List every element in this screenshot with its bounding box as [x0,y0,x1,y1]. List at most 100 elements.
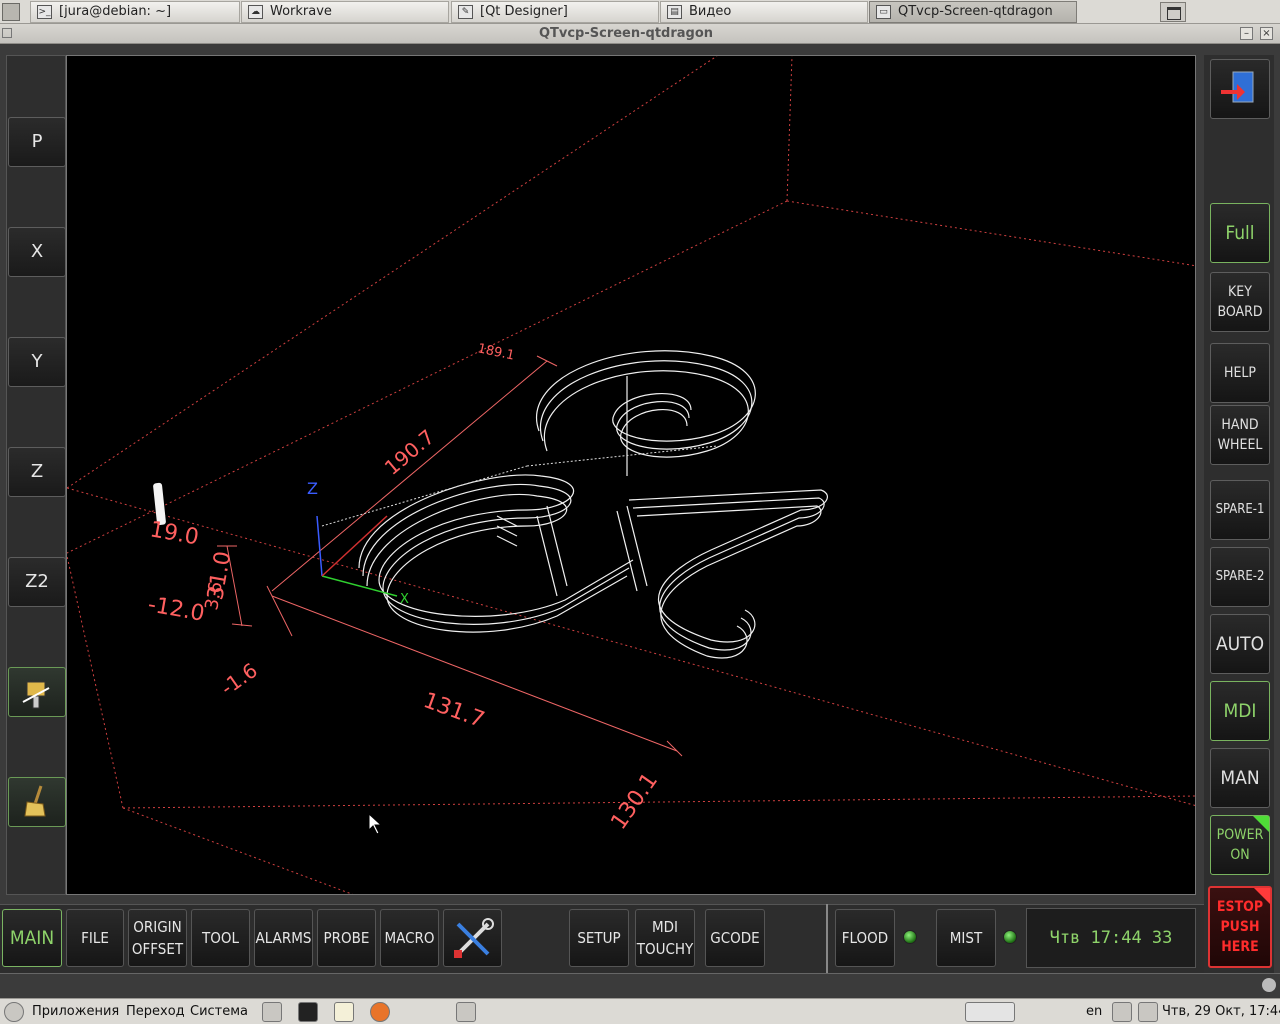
tab-gcode[interactable]: GCODE [705,909,765,967]
dim-neg12: -12.0 [146,592,206,627]
manual-mode-button[interactable]: MAN [1210,748,1270,808]
gcode-preview[interactable]: Z X 189.1 190.7 19.0 31.0 3.6 -12.0 -1.6… [66,55,1196,895]
handwheel-button[interactable]: HAND WHEEL [1210,405,1270,465]
task-workrave[interactable]: ☁ Workrave [241,1,449,23]
mist-label: MIST [949,929,983,947]
axis-x-label: X [400,592,409,607]
task-qtdragon-label: QTvcp-Screen-qtdragon [898,4,1053,19]
debian-icon [4,1002,24,1022]
full-view-label: Full [1225,222,1255,244]
power-on-button[interactable]: POWER ON [1210,815,1270,875]
keyboard-button[interactable]: KEY BOARD [1210,272,1270,332]
show-desktop-icon[interactable] [1160,2,1186,22]
tab-tool[interactable]: TOOL [191,909,250,967]
network-icon[interactable] [1138,1002,1158,1022]
auto-mode-button[interactable]: AUTO [1210,614,1270,674]
help-button[interactable]: HELP [1210,343,1270,403]
dim-neg1-6: -1.6 [216,658,262,700]
full-view-button[interactable]: Full [1210,203,1270,263]
clock-display: Чтв 17:44 33 [1026,908,1196,968]
tab-alarms[interactable]: ALARMS [254,909,313,967]
tab-macro-label: MACRO [384,929,435,947]
tab-main[interactable]: MAIN [2,909,62,967]
tab-file-label: FILE [81,929,109,947]
bottom-divider [826,904,828,973]
tab-setup-label: SETUP [577,929,621,947]
tab-probe[interactable]: PROBE [317,909,376,967]
window-icon: ▭ [876,5,891,19]
tab-gcode-label: GCODE [710,929,760,947]
spare-2-label: SPARE-2 [1215,569,1265,584]
minimize-icon[interactable]: – [1240,27,1253,40]
help-label: HELP [1223,365,1257,381]
power-indicator-icon [1253,816,1269,832]
manual-mode-label: MAN [1220,767,1260,789]
desktop-panel: Приложения Переход Система en Чтв, 29 Ок… [0,998,1280,1024]
tab-macro[interactable]: MACRO [380,909,439,967]
tab-settings[interactable] [443,909,502,967]
spare-2-button[interactable]: SPARE-2 [1210,547,1270,607]
task-terminal[interactable]: >_ [jura@debian: ~] [30,1,240,23]
view-x-button[interactable]: X [8,227,66,277]
tab-origin-offset[interactable]: ORIGIN OFFSET [128,909,187,967]
menu-places[interactable]: Переход [126,1004,185,1019]
view-z-button[interactable]: Z [8,447,66,497]
window-title: QTvcp-Screen-qtdragon [538,26,714,41]
view-p-button[interactable]: P [8,117,66,167]
task-qt-designer-label: [Qt Designer] [480,4,568,19]
flood-button[interactable]: FLOOD [835,909,895,967]
tab-file[interactable]: FILE [66,909,124,967]
mouse-cursor-icon [368,812,383,835]
mdi-mode-button[interactable]: MDI [1210,681,1270,741]
clear-plot-button[interactable] [8,777,66,827]
tab-mdi-touchy[interactable]: MDI TOUCHY [635,909,695,967]
panel-clock[interactable]: Чтв, 29 Окт, 17:44 [1162,1004,1280,1019]
linuxcnc-launcher-icon[interactable] [262,1002,282,1022]
tab-alarms-label: ALARMS [255,929,312,947]
task-workrave-label: Workrave [270,4,332,19]
top-taskbar: >_ [jura@debian: ~] ☁ Workrave ✎ [Qt Des… [0,0,1280,24]
dim-189: 189.1 [476,341,516,363]
mist-button[interactable]: MIST [936,909,996,967]
tab-main-label: MAIN [9,927,55,949]
flood-led-icon [903,930,917,944]
tab-tool-label: TOOL [202,929,239,947]
menu-applications[interactable]: Приложения [32,1004,119,1019]
text-editor-launcher-icon[interactable] [334,1002,354,1022]
task-qt-designer[interactable]: ✎ [Qt Designer] [451,1,659,23]
spare-1-button[interactable]: SPARE-1 [1210,480,1270,540]
mist-led-icon [1003,930,1017,944]
folder-icon: ▤ [667,5,682,19]
estop-button[interactable]: ESTOP PUSH HERE [1208,886,1272,968]
terminal-icon: >_ [37,5,52,19]
view-z2-button[interactable]: Z2 [8,557,66,607]
tab-setup[interactable]: SETUP [569,909,629,967]
tab-mdi-touchy-label: MDI TOUCHY [636,918,694,958]
drill-icon [22,681,50,709]
task-video[interactable]: ▤ Видео [660,1,868,23]
broom-icon [24,785,46,817]
dim-130: 130.1 [606,769,663,835]
task-video-label: Видео [689,4,732,19]
trash-applet-icon[interactable] [456,1002,476,1022]
exit-door-icon [1221,71,1254,103]
resize-grip-icon[interactable] [1262,978,1276,992]
volume-icon[interactable] [1112,1002,1132,1022]
axis-z-label: Z [307,479,318,498]
close-icon[interactable]: × [1260,27,1273,40]
menu-system[interactable]: Система [190,1004,248,1019]
terminal-launcher-icon[interactable] [298,1002,318,1022]
task-qtdragon[interactable]: ▭ QTvcp-Screen-qtdragon [869,1,1077,23]
view-y-button[interactable]: Y [8,337,66,387]
exit-button[interactable] [1210,59,1270,119]
task-terminal-label: [jura@debian: ~] [59,4,172,19]
keyboard-layout[interactable]: en [1086,1004,1102,1019]
tool-dimension-button[interactable] [8,667,66,717]
workrave-applet-icon[interactable] [965,1002,1015,1022]
tab-origin-offset-label: ORIGIN OFFSET [131,918,184,958]
window-titlebar: QTvcp-Screen-qtdragon – × [0,24,1280,44]
tab-probe-label: PROBE [323,929,370,947]
firefox-launcher-icon[interactable] [370,1002,390,1022]
window-menu-icon[interactable] [2,3,20,21]
mdi-mode-label: MDI [1223,700,1257,722]
